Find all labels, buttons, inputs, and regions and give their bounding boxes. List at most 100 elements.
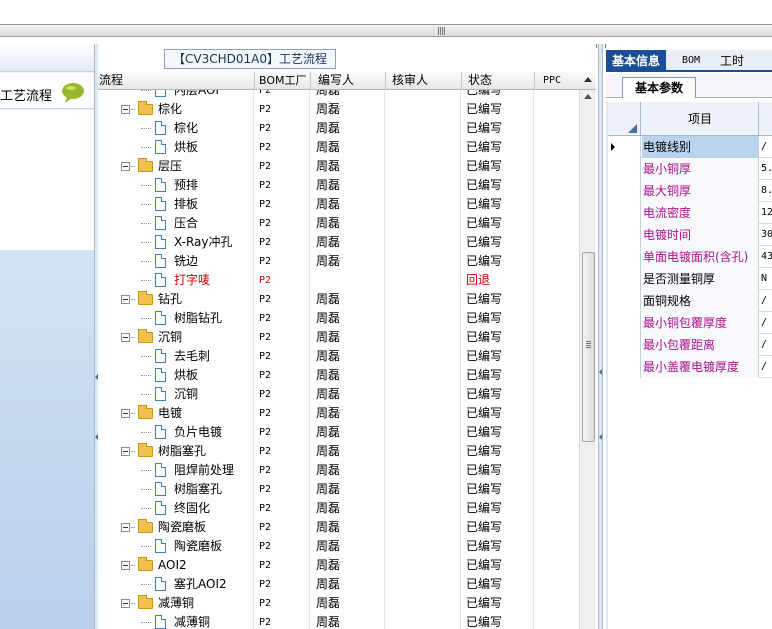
bom-factory-cell[interactable]: P2 xyxy=(255,157,310,176)
tab-bom[interactable]: BOM xyxy=(676,50,706,72)
status-cell[interactable]: 回退 xyxy=(462,271,534,290)
ppc-cell[interactable] xyxy=(535,157,579,176)
ppc-cell[interactable] xyxy=(535,119,579,138)
process-name-cell[interactable]: 压合 xyxy=(98,214,254,233)
process-name-cell[interactable]: AOI2 xyxy=(98,556,254,575)
process-name-cell[interactable]: 去毛刺 xyxy=(98,347,254,366)
author-cell[interactable]: 周磊 xyxy=(311,537,385,556)
bom-factory-cell[interactable]: P2 xyxy=(255,594,310,613)
ppc-cell[interactable] xyxy=(535,442,579,461)
bom-factory-cell[interactable]: P2 xyxy=(255,138,310,157)
ppc-cell[interactable] xyxy=(535,385,579,404)
bom-factory-cell[interactable]: P2 xyxy=(255,404,310,423)
property-value[interactable]: / xyxy=(760,356,772,378)
row-selector[interactable] xyxy=(608,290,641,312)
process-name-cell[interactable]: 树脂塞孔 xyxy=(98,480,254,499)
process-name-cell[interactable]: 沉铜 xyxy=(98,385,254,404)
table-row[interactable]: 排板 P2 周磊 已编写 xyxy=(98,195,579,214)
reviewer-cell[interactable] xyxy=(386,480,461,499)
row-selector[interactable] xyxy=(608,136,641,158)
column-header-ppc[interactable]: PPC xyxy=(535,72,579,90)
bom-factory-cell[interactable]: P2 xyxy=(255,385,310,404)
process-name-cell[interactable]: 层压 xyxy=(98,157,254,176)
reviewer-cell[interactable] xyxy=(386,423,461,442)
property-value[interactable]: / xyxy=(760,136,772,158)
collapse-toggle-icon[interactable] xyxy=(121,447,130,456)
process-name-cell[interactable]: 排板 xyxy=(98,195,254,214)
bom-factory-cell[interactable]: P2 xyxy=(255,328,310,347)
process-name-cell[interactable]: 烘板 xyxy=(98,366,254,385)
scrollbar-thumb[interactable] xyxy=(582,252,595,442)
status-cell[interactable]: 已编写 xyxy=(462,328,534,347)
bom-factory-cell[interactable]: P2 xyxy=(255,195,310,214)
bom-factory-cell[interactable]: P2 xyxy=(255,480,310,499)
bom-factory-cell[interactable]: P2 xyxy=(255,537,310,556)
bom-factory-cell[interactable]: P2 xyxy=(255,556,310,575)
process-name-cell[interactable]: 烘板 xyxy=(98,138,254,157)
property-value[interactable]: 8. xyxy=(760,180,772,202)
author-cell[interactable]: 周磊 xyxy=(311,252,385,271)
ppc-cell[interactable] xyxy=(535,271,579,290)
table-row[interactable]: 去毛刺 P2 周磊 已编写 xyxy=(98,347,579,366)
reviewer-cell[interactable] xyxy=(386,309,461,328)
row-selector[interactable] xyxy=(608,158,641,180)
process-name-cell[interactable]: 钻孔 xyxy=(98,290,254,309)
ppc-cell[interactable] xyxy=(535,594,579,613)
collapse-toggle-icon[interactable] xyxy=(121,333,130,342)
process-name-cell[interactable]: 树脂钻孔 xyxy=(98,309,254,328)
property-row[interactable]: 最小盖覆电镀厚度 / xyxy=(608,356,772,378)
sort-arrow-icon[interactable] xyxy=(584,77,592,82)
property-value[interactable]: N xyxy=(760,268,772,290)
property-value[interactable]: / xyxy=(760,334,772,356)
bom-factory-cell[interactable]: P2 xyxy=(255,347,310,366)
ppc-cell[interactable] xyxy=(535,404,579,423)
property-value[interactable]: 12 xyxy=(760,202,772,224)
reviewer-cell[interactable] xyxy=(386,233,461,252)
author-cell[interactable]: 周磊 xyxy=(311,613,385,629)
reviewer-cell[interactable] xyxy=(386,252,461,271)
ppc-cell[interactable] xyxy=(535,537,579,556)
horizontal-splitter[interactable] xyxy=(0,24,772,37)
collapse-toggle-icon[interactable] xyxy=(121,162,130,171)
ppc-cell[interactable] xyxy=(535,90,579,100)
tab-labor-hours[interactable]: 工时 xyxy=(714,50,750,72)
ppc-cell[interactable] xyxy=(535,461,579,480)
process-name-cell[interactable]: 打字唛 xyxy=(98,271,254,290)
reviewer-cell[interactable] xyxy=(386,575,461,594)
status-cell[interactable]: 已编写 xyxy=(462,499,534,518)
collapse-toggle-icon[interactable] xyxy=(121,409,130,418)
author-cell[interactable]: 周磊 xyxy=(311,518,385,537)
status-cell[interactable]: 已编写 xyxy=(462,404,534,423)
column-header-process[interactable]: 流程 xyxy=(98,72,255,90)
table-row[interactable]: 钻孔 P2 周磊 已编写 xyxy=(98,290,579,309)
reviewer-cell[interactable] xyxy=(386,119,461,138)
ppc-cell[interactable] xyxy=(535,100,579,119)
ppc-cell[interactable] xyxy=(535,233,579,252)
author-cell[interactable]: 周磊 xyxy=(311,176,385,195)
ppc-cell[interactable] xyxy=(535,518,579,537)
reviewer-cell[interactable] xyxy=(386,404,461,423)
status-cell[interactable]: 已编写 xyxy=(462,138,534,157)
property-row[interactable]: 面铜规格 / xyxy=(608,290,772,312)
property-row[interactable]: 最小包覆距离 / xyxy=(608,334,772,356)
property-row[interactable]: 最小铜包覆厚度 / xyxy=(608,312,772,334)
table-row[interactable]: 树脂塞孔 P2 周磊 已编写 xyxy=(98,480,579,499)
status-cell[interactable]: 已编写 xyxy=(462,90,534,100)
row-selector[interactable] xyxy=(608,312,641,334)
author-cell[interactable]: 周磊 xyxy=(311,442,385,461)
bom-factory-cell[interactable]: P2 xyxy=(255,214,310,233)
process-name-cell[interactable]: 内层AOI xyxy=(98,90,254,100)
process-name-cell[interactable]: 终固化 xyxy=(98,499,254,518)
reviewer-cell[interactable] xyxy=(386,556,461,575)
author-cell[interactable]: 周磊 xyxy=(311,366,385,385)
table-row[interactable]: 陶瓷磨板 P2 周磊 已编写 xyxy=(98,537,579,556)
property-value[interactable]: / xyxy=(760,290,772,312)
ppc-cell[interactable] xyxy=(535,214,579,233)
column-header-bom-factory[interactable]: BOM工厂 xyxy=(255,72,311,90)
table-row[interactable]: AOI2 P2 周磊 已编写 xyxy=(98,556,579,575)
collapse-right-icon[interactable] xyxy=(599,434,602,440)
process-name-cell[interactable]: 陶瓷磨板 xyxy=(98,537,254,556)
table-row[interactable]: 压合 P2 周磊 已编写 xyxy=(98,214,579,233)
reviewer-cell[interactable] xyxy=(386,385,461,404)
author-cell[interactable]: 周磊 xyxy=(311,461,385,480)
